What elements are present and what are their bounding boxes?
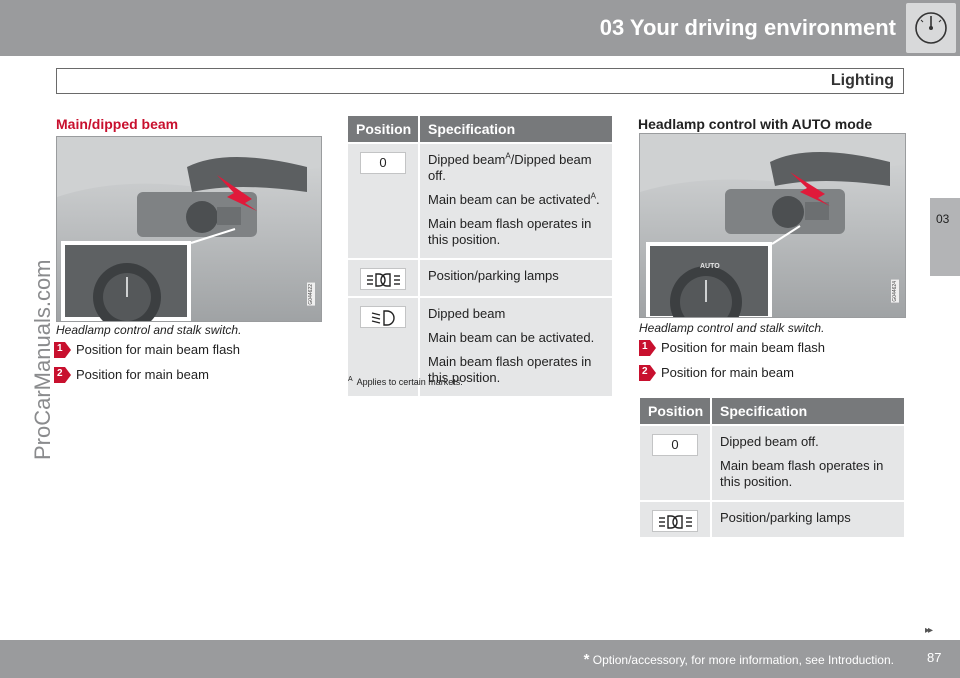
column-header-specification: Specification	[419, 116, 612, 143]
column-header-position: Position	[348, 116, 420, 143]
column-header-position: Position	[640, 398, 712, 425]
table-row: Position/parking lamps	[640, 500, 904, 537]
legend-item: 2 Position for main beam	[639, 364, 899, 382]
column-header-specification: Specification	[711, 398, 904, 425]
legend-text: Position for main beam	[661, 365, 794, 380]
section-header: Lighting	[56, 68, 904, 94]
main-dipped-beam-heading: Main/dipped beam	[56, 116, 179, 132]
legend-item: 1 Position for main beam flash	[54, 341, 314, 359]
image-part-code: G044624	[891, 280, 899, 303]
table-footnote: A Applies to certain markets.	[348, 376, 463, 387]
legend-item: 2 Position for main beam	[54, 366, 314, 384]
figure-caption: Headlamp control and stalk switch.	[639, 321, 825, 335]
callout-number: 2	[57, 368, 63, 379]
dipped-beam-icon	[360, 306, 406, 328]
legend-item: 1 Position for main beam flash	[639, 339, 899, 357]
callout-number: 1	[642, 341, 648, 352]
spec-text: Dipped beamA/Dipped beam off.	[428, 151, 592, 183]
side-tab-label: 03	[936, 212, 950, 226]
spec-text: Dipped beam	[428, 306, 506, 321]
callout-number: 2	[642, 366, 648, 377]
position-label: 0	[652, 434, 698, 456]
spec-text: Position/parking lamps	[720, 510, 851, 525]
continue-arrows-icon: ▸▸	[925, 625, 933, 636]
spec-text: Dipped beam off.	[720, 434, 819, 449]
table-row: Position/parking lamps	[348, 258, 612, 297]
headlamp-control-auto-illustration: AUTO G044624	[639, 133, 906, 318]
callout-number: 1	[57, 343, 63, 354]
callout-marker-icon: 2	[54, 367, 71, 383]
parking-lamps-icon	[652, 510, 698, 532]
chapter-title: 03 Your driving environment	[599, 15, 896, 40]
section-title: Lighting	[830, 72, 894, 89]
headlamp-control-illustration: G044622	[56, 136, 322, 322]
auto-position-spec-table: Position Specification 0 Dipped beam off…	[640, 398, 904, 537]
table-row: 0 Dipped beamA/Dipped beam off. Main bea…	[348, 142, 612, 259]
watermark: ProCarManuals.com	[30, 259, 55, 460]
position-label: 0	[360, 152, 406, 174]
auto-dial-label: AUTO	[700, 263, 720, 270]
chapter-badge	[906, 3, 956, 53]
legend-text: Position for main beam	[76, 367, 209, 382]
spec-text: Main beam flash operates in this positio…	[720, 458, 884, 489]
footer-note: * Option/accessory, for more information…	[583, 651, 894, 668]
spec-text: Main beam flash operates in this positio…	[428, 216, 592, 247]
legend-text: Position for main beam flash	[661, 340, 826, 355]
image-part-code: G044622	[307, 283, 315, 306]
auto-mode-heading: Headlamp control with AUTO mode	[638, 116, 873, 132]
gauge-icon	[915, 12, 947, 44]
page-number: 87	[927, 650, 942, 665]
callout-marker-icon: 1	[54, 342, 71, 358]
legend-text: Position for main beam flash	[76, 342, 241, 357]
spec-text: Main beam can be activated.	[428, 330, 595, 345]
spec-text: Position/parking lamps	[428, 268, 559, 283]
chapter-side-tab: 03	[930, 198, 960, 276]
figure-caption: Headlamp control and stalk switch.	[56, 323, 242, 337]
position-spec-table: Position Specification 0 Dipped beamA/Di…	[348, 116, 612, 396]
callout-marker-icon: 2	[639, 365, 656, 381]
table-row: 0 Dipped beam off. Main beam flash opera…	[640, 424, 904, 501]
callout-marker-icon: 1	[639, 340, 656, 356]
spec-text: Main beam can be activatedA.	[428, 191, 600, 207]
parking-lamps-icon	[360, 268, 406, 290]
